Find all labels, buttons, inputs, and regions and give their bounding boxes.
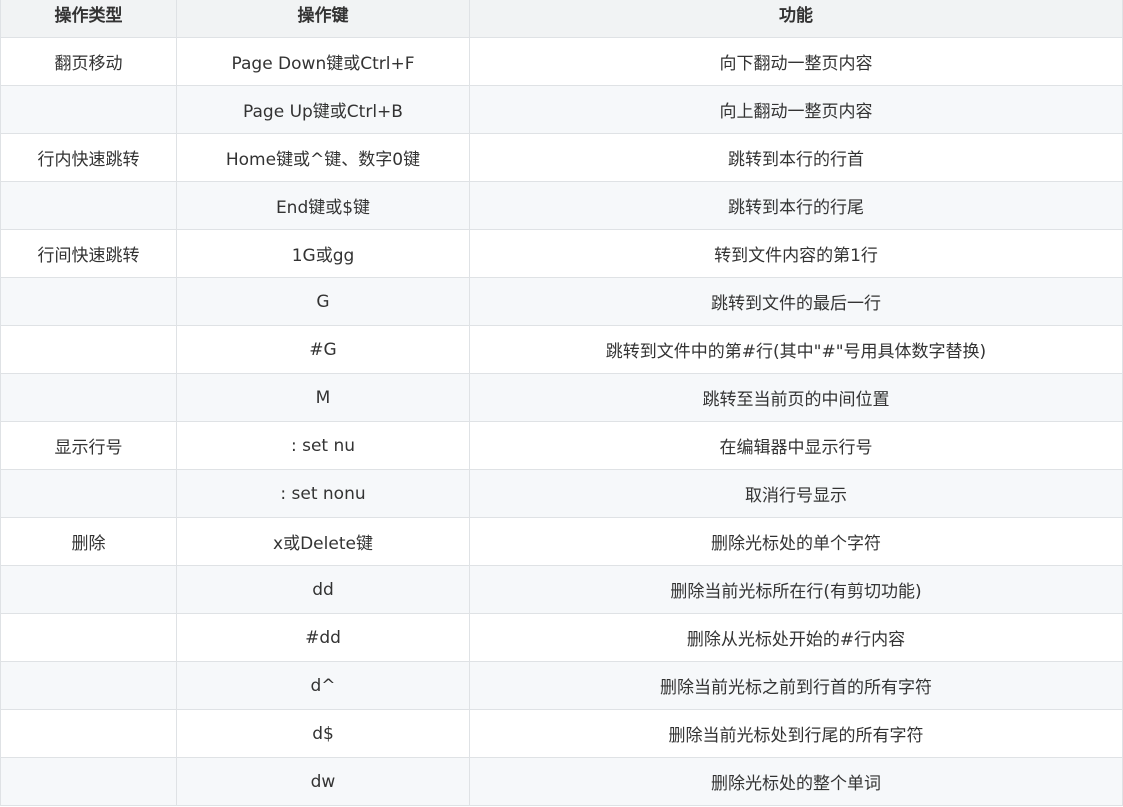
- table-row: 行内快速跳转 Home键或^键、数字0键 跳转到本行的行首: [0, 133, 1123, 182]
- cell-operation-type: [0, 181, 177, 230]
- cell-function: 删除光标处的单个字符: [469, 517, 1123, 566]
- cell-operation-key: : set nu: [176, 421, 470, 470]
- cell-operation-type: [0, 757, 177, 806]
- cell-function: 跳转到本行的行首: [469, 133, 1123, 182]
- table-row: #G 跳转到文件中的第#行(其中"#"号用具体数字替换): [0, 325, 1123, 374]
- cell-operation-key: M: [176, 373, 470, 422]
- cell-operation-type: [0, 325, 177, 374]
- cell-operation-key: d^: [176, 661, 470, 710]
- cell-function: 删除从光标处开始的#行内容: [469, 613, 1123, 662]
- cell-function: 删除光标处的整个单词: [469, 757, 1123, 806]
- table-row: #dd 删除从光标处开始的#行内容: [0, 613, 1123, 662]
- cell-operation-type: [0, 85, 177, 134]
- cell-function: 转到文件内容的第1行: [469, 229, 1123, 278]
- cell-function: 向下翻动一整页内容: [469, 37, 1123, 86]
- cell-function: 跳转至当前页的中间位置: [469, 373, 1123, 422]
- cell-operation-key: Page Down键或Ctrl+F: [176, 37, 470, 86]
- table-header: 操作类型 操作键 功能: [0, 0, 1123, 38]
- table-body: 翻页移动 Page Down键或Ctrl+F 向下翻动一整页内容 Page Up…: [0, 37, 1123, 806]
- cell-operation-type: [0, 277, 177, 326]
- cell-operation-type: [0, 709, 177, 758]
- cell-operation-type: 删除: [0, 517, 177, 566]
- cell-operation-type: 行间快速跳转: [0, 229, 177, 278]
- table-row: G 跳转到文件的最后一行: [0, 277, 1123, 326]
- cell-operation-key: 1G或gg: [176, 229, 470, 278]
- cell-function: 跳转到文件中的第#行(其中"#"号用具体数字替换): [469, 325, 1123, 374]
- cell-operation-type: 行内快速跳转: [0, 133, 177, 182]
- cell-operation-key: End键或$键: [176, 181, 470, 230]
- header-operation-type: 操作类型: [0, 0, 177, 38]
- cell-operation-key: dd: [176, 565, 470, 614]
- cell-operation-type: [0, 469, 177, 518]
- header-function: 功能: [469, 0, 1123, 38]
- vi-command-table-container: 操作类型 操作键 功能 翻页移动 Page Down键或Ctrl+F 向下翻动一…: [0, 0, 1123, 807]
- cell-operation-type: 显示行号: [0, 421, 177, 470]
- cell-operation-key: Home键或^键、数字0键: [176, 133, 470, 182]
- table-row: 行间快速跳转 1G或gg 转到文件内容的第1行: [0, 229, 1123, 278]
- cell-function: 删除当前光标所在行(有剪切功能): [469, 565, 1123, 614]
- cell-operation-type: [0, 565, 177, 614]
- cell-operation-key: #dd: [176, 613, 470, 662]
- cell-operation-key: Page Up键或Ctrl+B: [176, 85, 470, 134]
- cell-function: 删除当前光标处到行尾的所有字符: [469, 709, 1123, 758]
- header-operation-key: 操作键: [176, 0, 470, 38]
- cell-operation-key: G: [176, 277, 470, 326]
- cell-operation-type: [0, 613, 177, 662]
- cell-operation-key: dw: [176, 757, 470, 806]
- cell-function: 在编辑器中显示行号: [469, 421, 1123, 470]
- table-row: M 跳转至当前页的中间位置: [0, 373, 1123, 422]
- vi-command-table: 操作类型 操作键 功能 翻页移动 Page Down键或Ctrl+F 向下翻动一…: [0, 0, 1123, 806]
- table-row: dd 删除当前光标所在行(有剪切功能): [0, 565, 1123, 614]
- cell-function: 跳转到文件的最后一行: [469, 277, 1123, 326]
- table-row: Page Up键或Ctrl+B 向上翻动一整页内容: [0, 85, 1123, 134]
- cell-function: 删除当前光标之前到行首的所有字符: [469, 661, 1123, 710]
- cell-operation-type: [0, 373, 177, 422]
- table-row: d^ 删除当前光标之前到行首的所有字符: [0, 661, 1123, 710]
- table-row: 翻页移动 Page Down键或Ctrl+F 向下翻动一整页内容: [0, 37, 1123, 86]
- cell-operation-type: [0, 661, 177, 710]
- cell-operation-type: 翻页移动: [0, 37, 177, 86]
- cell-function: 向上翻动一整页内容: [469, 85, 1123, 134]
- cell-operation-key: #G: [176, 325, 470, 374]
- cell-operation-key: x或Delete键: [176, 517, 470, 566]
- header-row: 操作类型 操作键 功能: [0, 0, 1123, 38]
- table-row: End键或$键 跳转到本行的行尾: [0, 181, 1123, 230]
- table-row: : set nonu 取消行号显示: [0, 469, 1123, 518]
- table-row: d$ 删除当前光标处到行尾的所有字符: [0, 709, 1123, 758]
- table-row: 删除 x或Delete键 删除光标处的单个字符: [0, 517, 1123, 566]
- cell-function: 跳转到本行的行尾: [469, 181, 1123, 230]
- cell-operation-key: : set nonu: [176, 469, 470, 518]
- table-row: 显示行号 : set nu 在编辑器中显示行号: [0, 421, 1123, 470]
- cell-function: 取消行号显示: [469, 469, 1123, 518]
- table-row: dw 删除光标处的整个单词: [0, 757, 1123, 806]
- cell-operation-key: d$: [176, 709, 470, 758]
